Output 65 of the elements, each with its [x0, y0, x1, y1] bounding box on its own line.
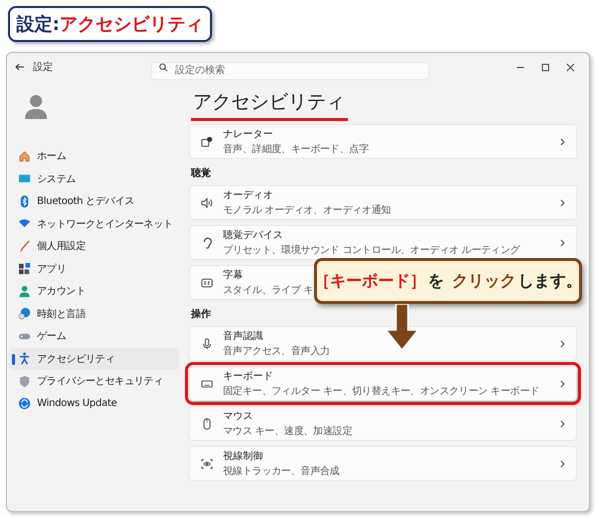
sidebar-item[interactable]: アプリ	[9, 258, 179, 280]
window-title: 設定	[33, 60, 54, 74]
card-title: 字幕	[223, 268, 243, 282]
card-subtitle: スタイル、ライブ キ	[223, 284, 314, 297]
sidebar-item[interactable]: ゲーム	[9, 325, 179, 348]
settings-card[interactable]: 音声認識 音声アクセス、音声入力	[189, 326, 577, 361]
settings-card[interactable]: ナレーター 音声、詳細度、キーボード、点字	[189, 124, 577, 159]
microphone-icon	[201, 338, 213, 350]
update-icon	[18, 397, 31, 410]
home-icon	[18, 150, 31, 163]
card-subtitle: マウス キー、速度、加速設定	[223, 424, 352, 438]
sidebar-item[interactable]: アクセシビリティ	[9, 348, 179, 370]
shield-icon	[18, 374, 31, 388]
captions-icon	[201, 276, 213, 288]
settings-card[interactable]: 聴覚デバイス プリセット、環境サウンド コントロール、オーディオ ルーティング	[189, 225, 577, 260]
back-icon[interactable]	[15, 62, 25, 72]
section-title: 操作	[191, 308, 212, 321]
sidebar-item[interactable]: アカウント	[9, 280, 179, 302]
settings-card[interactable]: オーディオ モノラル オーディオ、オーディオ通知	[189, 185, 577, 220]
card-subtitle: 固定キー、フィルター キー、切り替えキー、オンスクリーン キーボード	[223, 384, 540, 398]
card-subtitle: 音声アクセス、音声入力	[223, 344, 330, 358]
page-heading: アクセシビリティ	[191, 89, 348, 121]
settings-card[interactable]: マウス マウス キー、速度、加速設定	[189, 406, 577, 441]
callout-text: クリック	[452, 270, 516, 292]
sidebar-item[interactable]: Windows Update	[9, 392, 179, 415]
card-title: キーボード	[223, 370, 273, 383]
sidebar-item[interactable]: 個人用設定	[9, 235, 179, 258]
sidebar-item[interactable]: ネットワークとインターネット	[9, 212, 179, 235]
callout-text: を	[428, 270, 444, 292]
callout-text: ［キーボード］	[314, 270, 426, 292]
card-title: 音声認識	[223, 330, 263, 343]
callout-text: します。	[518, 270, 582, 292]
card-title: マウス	[223, 410, 253, 423]
sidebar-item[interactable]: プライバシーとセキュリティ	[9, 370, 179, 392]
apps-icon	[18, 262, 31, 276]
settings-card[interactable]: 視線制御 視線トラッカー、音声合成	[189, 446, 577, 481]
search-field[interactable]: 設定の検索	[151, 62, 429, 80]
sidebar-item[interactable]: 時刻と言語	[9, 302, 179, 325]
sidebar-item[interactable]: Bluetooth とデバイス	[9, 190, 179, 212]
ear-icon	[201, 236, 213, 248]
mouse-icon	[201, 418, 213, 430]
narrator-icon	[201, 136, 213, 148]
close-icon[interactable]	[566, 62, 575, 72]
keyboard-icon	[201, 378, 213, 390]
card-title: 聴覚デバイス	[223, 228, 283, 242]
badge-label: 設定:	[16, 13, 60, 36]
accessibility-icon	[18, 352, 31, 366]
section-title: 聴覚	[191, 166, 212, 180]
sidebar-item[interactable]: ホーム	[9, 145, 179, 168]
brush-icon	[18, 240, 31, 253]
maximize-icon[interactable]	[541, 62, 550, 72]
person-icon	[18, 284, 31, 298]
card-subtitle: モノラル オーディオ、オーディオ通知	[223, 204, 391, 217]
card-subtitle: 音声、詳細度、キーボード、点字	[223, 142, 369, 156]
badge-highlight: アクセシビリティ	[60, 13, 204, 36]
speaker-icon	[201, 196, 213, 208]
card-subtitle: プリセット、環境サウンド コントロール、オーディオ ルーティング	[223, 244, 520, 257]
bluetooth-icon	[18, 194, 31, 208]
globe-clock-icon	[18, 307, 31, 320]
card-title: オーディオ	[223, 189, 273, 202]
sidebar-item[interactable]: システム	[9, 168, 179, 190]
card-subtitle: 視線トラッカー、音声合成	[223, 464, 340, 478]
eye-icon	[201, 458, 213, 470]
card-title: 視線制御	[223, 450, 263, 463]
card-title: ナレーター	[223, 128, 273, 141]
